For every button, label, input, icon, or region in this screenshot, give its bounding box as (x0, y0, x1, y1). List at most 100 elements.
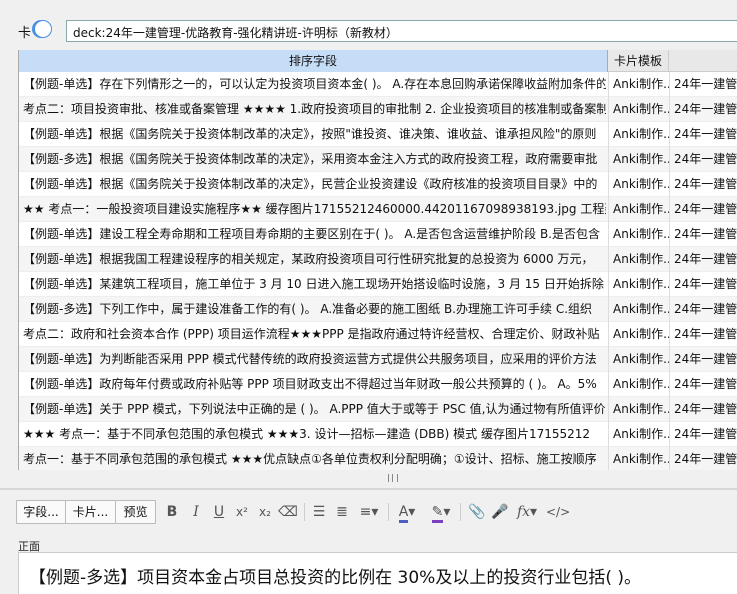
toolbar-separator (388, 503, 389, 521)
table-row[interactable]: 考点一：基于不同承包范围的承包模式 ★★★优点缺点①各单位责权利分配明确；①设计… (19, 447, 737, 470)
cell-card-model: Anki制作... (608, 372, 669, 397)
table-row[interactable]: 考点二：政府和社会资本合作 (PPP) 项目运作流程★★★PPP 是指政府通过特… (19, 322, 737, 347)
formula-icon[interactable]: fx▾ (512, 501, 542, 523)
table-row[interactable]: 【例题-单选】根据《国务院关于投资体制改革的决定》，按照"谁投资、谁决策、谁收益… (19, 122, 737, 147)
numbered-list-icon[interactable]: ≣ (331, 501, 353, 523)
cell-deck: 24年一建管理 (669, 222, 737, 247)
table-row[interactable]: 【例题-单选】存在下列情形之一的，可以认定为投资项目资本金( )。 A.存在本息… (19, 72, 737, 97)
cell-deck: 24年一建管理 (669, 322, 737, 347)
cell-deck: 24年一建管理 (669, 447, 737, 470)
cell-deck: 24年一建管理 (669, 422, 737, 447)
cell-sort-field: 【例题-单选】建设工程全寿命期和工程项目寿命期的主要区别在于( )。 A.是否包… (23, 227, 601, 241)
editor-toolbar: 字段... 卡片... 预览 B I U x² x₂ ⌫ ☰ ≣ ≡▾ A▾ ✎… (16, 500, 737, 524)
attach-icon[interactable]: 📎 (466, 501, 488, 523)
eraser-icon[interactable]: ⌫ (277, 501, 299, 523)
cell-deck: 24年一建管理 (669, 147, 737, 172)
cell-card-model: Anki制作... (608, 272, 669, 297)
cell-deck: 24年一建管理 (669, 72, 737, 97)
cell-card-model: Anki制作... (608, 422, 669, 447)
text-color-icon[interactable]: A▾ (392, 501, 422, 523)
cell-sort-field: 【例题-单选】某建筑工程项目，施工单位于 3 月 10 日进入施工现场开始搭设临… (23, 277, 604, 291)
cell-card-model: Anki制作... (608, 222, 669, 247)
cell-card-model: Anki制作... (608, 197, 669, 222)
cell-deck: 24年一建管理 (669, 247, 737, 272)
horizontal-scrollbar[interactable] (18, 470, 737, 486)
italic-icon[interactable]: I (185, 501, 207, 523)
search-input[interactable]: deck:24年一建管理-优路教育-强化精讲班-许明标（新教材） (66, 20, 737, 42)
cell-card-model: Anki制作... (608, 147, 669, 172)
cell-sort-field: 【例题-单选】根据《国务院关于投资体制改革的决定》，民营企业投资建设《政府核准的… (23, 177, 598, 191)
highlight-color-icon[interactable]: ✎▾ (426, 501, 456, 523)
cell-card-model: Anki制作... (608, 322, 669, 347)
cell-card-model: Anki制作... (608, 297, 669, 322)
table-row[interactable]: 【例题-多选】下列工作中，属于建设准备工作的有( )。 A.准备必要的施工图纸 … (19, 297, 737, 322)
cell-sort-field: ★★★ 考点一：基于不同承包范围的承包模式 ★★★3. 设计—招标—建造 (DB… (23, 427, 591, 441)
subscript-icon[interactable]: x₂ (254, 501, 276, 523)
cell-sort-field: 【例题-单选】政府每年付费或政府补贴等 PPP 项目财政支出不得超过当年财政一般… (23, 377, 597, 391)
cell-deck: 24年一建管理 (669, 197, 737, 222)
cell-card-model: Anki制作... (608, 122, 669, 147)
table-row[interactable]: 【例题-单选】根据《国务院关于投资体制改革的决定》，民营企业投资建设《政府核准的… (19, 172, 737, 197)
cell-deck: 24年一建管理 (669, 172, 737, 197)
cell-sort-field: ★★ 考点一：一般投资项目建设实施程序★★ 缓存图片17155212460000… (23, 202, 606, 216)
toolbar-separator (304, 503, 305, 521)
table-row[interactable]: 考点二：项目投资审批、核准或备案管理 ★★★★ 1.政府投资项目的审批制 2. … (19, 97, 737, 122)
bold-icon[interactable]: B (161, 501, 183, 523)
cell-sort-field: 考点二：政府和社会资本合作 (PPP) 项目运作流程★★★PPP 是指政府通过特… (23, 327, 600, 341)
align-icon[interactable]: ≡▾ (354, 501, 384, 523)
superscript-icon[interactable]: x² (231, 501, 253, 523)
cell-deck: 24年一建管理 (669, 97, 737, 122)
splitter-grip-icon[interactable] (388, 474, 398, 482)
microphone-icon[interactable]: 🎤 (489, 501, 511, 523)
cards-button[interactable]: 卡片... (66, 500, 116, 524)
column-header-deck[interactable] (669, 50, 737, 72)
column-header-card-model[interactable]: 卡片模板 (608, 50, 669, 72)
table-row[interactable]: 【例题-单选】关于 PPP 模式，下列说法中正确的是 ( )。 A.PPP 值大… (19, 397, 737, 422)
cell-card-model: Anki制作... (608, 347, 669, 372)
table-row[interactable]: 【例题-单选】某建筑工程项目，施工单位于 3 月 10 日进入施工现场开始搭设临… (19, 272, 737, 297)
table-row[interactable]: 【例题-单选】建设工程全寿命期和工程项目寿命期的主要区别在于( )。 A.是否包… (19, 222, 737, 247)
table-row[interactable]: 【例题-单选】政府每年付费或政府补贴等 PPP 项目财政支出不得超过当年财政一般… (19, 372, 737, 397)
cell-card-model: Anki制作... (608, 397, 669, 422)
table-row[interactable]: 【例题-单选】根据我国工程建设程序的相关规定，某政府投资项目可行性研究批复的总投… (19, 247, 737, 272)
cell-sort-field: 【例题-多选】根据《国务院关于投资体制改革的决定》，采用资本金注入方式的政府投资… (23, 152, 598, 166)
cell-card-model: Anki制作... (608, 447, 669, 470)
table-row[interactable]: ★★ 考点一：一般投资项目建设实施程序★★ 缓存图片17155212460000… (19, 197, 737, 222)
cell-sort-field: 【例题-单选】根据我国工程建设程序的相关规定，某政府投资项目可行性研究批复的总投… (23, 252, 594, 266)
toggle-label: 卡 (18, 26, 32, 41)
table-row[interactable]: 【例题-单选】为判断能否采用 PPP 模式代替传统的政府投资运营方式提供公共服务… (19, 347, 737, 372)
toggle-knob (35, 21, 51, 37)
cell-sort-field: 【例题-单选】关于 PPP 模式，下列说法中正确的是 ( )。 A.PPP 值大… (23, 402, 606, 416)
cell-deck: 24年一建管理 (669, 272, 737, 297)
cell-sort-field: 考点一：基于不同承包范围的承包模式 ★★★优点缺点①各单位责权利分配明确；①设计… (23, 452, 597, 466)
cell-deck: 24年一建管理 (669, 122, 737, 147)
top-bar: 卡 deck:24年一建管理-优路教育-强化精讲班-许明标（新教材） (0, 0, 737, 42)
cell-card-model: Anki制作... (608, 97, 669, 122)
cell-deck: 24年一建管理 (669, 372, 737, 397)
front-field-editor[interactable]: 【例题-多选】项目资本金占项目总投资的比例在 30%及以上的投资行业包括( )。 (18, 552, 737, 594)
cell-card-model: Anki制作... (608, 72, 669, 97)
column-header-sort-field[interactable]: 排序字段 (19, 50, 608, 72)
toolbar-separator (460, 503, 461, 521)
preview-button[interactable]: 预览 (116, 500, 156, 524)
table-header: 排序字段 卡片模板 (19, 50, 737, 72)
cell-sort-field: 考点二：项目投资审批、核准或备案管理 ★★★★ 1.政府投资项目的审批制 2. … (23, 102, 606, 116)
cell-deck: 24年一建管理 (669, 347, 737, 372)
cell-sort-field: 【例题-单选】根据《国务院关于投资体制改革的决定》，按照"谁投资、谁决策、谁收益… (23, 127, 597, 141)
bullet-list-icon[interactable]: ☰ (308, 501, 330, 523)
cell-sort-field: 【例题-单选】为判断能否采用 PPP 模式代替传统的政府投资运营方式提供公共服务… (23, 352, 597, 366)
cell-deck: 24年一建管理 (669, 397, 737, 422)
cell-card-model: Anki制作... (608, 247, 669, 272)
cell-sort-field: 【例题-多选】下列工作中，属于建设准备工作的有( )。 A.准备必要的施工图纸 … (23, 302, 593, 316)
fields-button[interactable]: 字段... (16, 500, 66, 524)
browser-table: 排序字段 卡片模板 【例题-单选】存在下列情形之一的，可以认定为投资项目资本金(… (18, 50, 737, 470)
underline-icon[interactable]: U (208, 501, 230, 523)
pane-divider (0, 488, 737, 490)
table-row[interactable]: 【例题-多选】根据《国务院关于投资体制改革的决定》，采用资本金注入方式的政府投资… (19, 147, 737, 172)
cell-sort-field: 【例题-单选】存在下列情形之一的，可以认定为投资项目资本金( )。 A.存在本息… (23, 77, 606, 91)
html-editor-icon[interactable]: </> (546, 501, 570, 523)
table-row[interactable]: ★★★ 考点一：基于不同承包范围的承包模式 ★★★3. 设计—招标—建造 (DB… (19, 422, 737, 447)
cards-notes-toggle[interactable] (32, 20, 52, 38)
cell-card-model: Anki制作... (608, 172, 669, 197)
cell-deck: 24年一建管理 (669, 297, 737, 322)
